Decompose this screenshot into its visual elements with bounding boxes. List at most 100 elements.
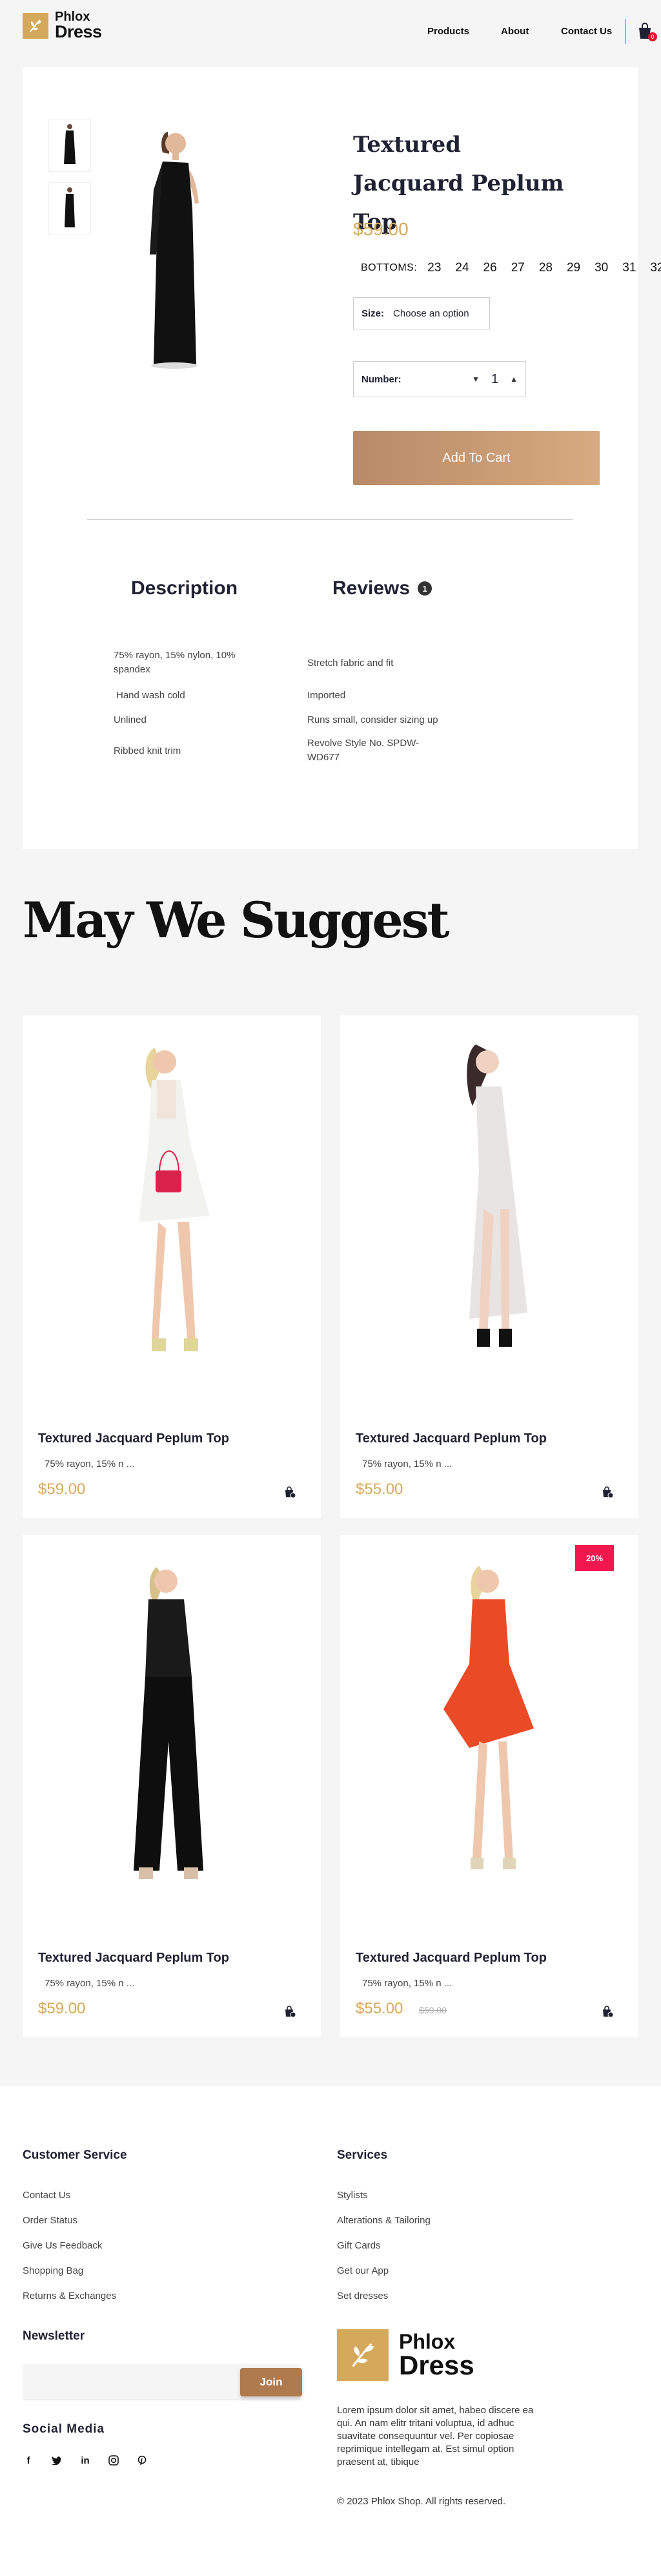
footer-brand-logo[interactable]: Phlox Dress <box>337 2329 474 2381</box>
footer-about-text: Lorem ipsum dolor sit amet, habeo discer… <box>337 2405 534 2467</box>
old-price: $59.00 <box>419 2005 447 2015</box>
footer-link-shopping-bag[interactable]: Shopping Bag <box>23 2265 116 2290</box>
brand-logo[interactable]: Phlox Dress <box>23 10 102 41</box>
increase-quantity-icon[interactable]: ▲ <box>510 375 518 384</box>
copyright-text: © 2023 Phlox Shop. All rights reserved. <box>337 2496 506 2507</box>
product-card-desc: 75% rayon, 15% n ... <box>45 1459 135 1470</box>
product-thumbnail[interactable] <box>48 182 91 235</box>
services-list: Stylists Alterations & Tailoring Gift Ca… <box>337 2190 431 2316</box>
instagram-icon[interactable] <box>108 2455 119 2466</box>
footer-link-feedback[interactable]: Give Us Feedback <box>23 2240 116 2265</box>
product-card-title[interactable]: Textured Jacquard Peplum Top <box>356 1951 547 1966</box>
footer-link-gift-cards[interactable]: Gift Cards <box>337 2240 431 2265</box>
size-option[interactable]: 31 <box>622 261 636 275</box>
footer-brand-line2: Dress <box>399 2350 474 2380</box>
footer-link-app[interactable]: Get our App <box>337 2265 431 2290</box>
nav-about[interactable]: About <box>501 26 529 37</box>
product-card-price: $59.00 <box>38 2000 85 2018</box>
size-option[interactable]: 29 <box>567 261 580 275</box>
product-card-image[interactable] <box>23 1015 321 1403</box>
feature-item: Revolve Style No. SPDW-WD677 <box>307 738 420 763</box>
footer-link-returns[interactable]: Returns & Exchanges <box>23 2290 116 2316</box>
tab-reviews[interactable]: Reviews 1 <box>332 577 432 599</box>
footer-link-alterations[interactable]: Alterations & Tailoring <box>337 2215 431 2240</box>
size-select-value: Choose an option <box>393 307 469 319</box>
pinterest-icon[interactable] <box>136 2455 148 2466</box>
site-footer: Customer Service Contact Us Order Status… <box>0 2086 661 2576</box>
price-value: $59.00 <box>38 1480 86 1498</box>
size-option[interactable]: 30 <box>595 261 608 275</box>
nav-products[interactable]: Products <box>427 26 469 37</box>
facebook-icon[interactable]: f <box>23 2455 34 2466</box>
product-card-title[interactable]: Textured Jacquard Peplum Top <box>38 1431 229 1446</box>
twitter-icon[interactable] <box>51 2455 63 2466</box>
product-card[interactable]: 20% Textured Jacquard Peplum Top 75% ray… <box>340 1535 638 2037</box>
linkedin-icon[interactable]: in <box>79 2455 91 2466</box>
add-to-cart-icon[interactable] <box>283 1486 298 1500</box>
cart-count-badge: 0 <box>648 32 657 41</box>
footer-link-contact-us[interactable]: Contact Us <box>23 2190 116 2215</box>
product-card[interactable]: Textured Jacquard Peplum Top 75% rayon, … <box>340 1015 638 1518</box>
size-option[interactable]: 23 <box>427 261 441 275</box>
product-price: $59.00 <box>353 219 409 239</box>
size-option[interactable]: 28 <box>539 261 553 275</box>
footer-link-stylists[interactable]: Stylists <box>337 2190 431 2215</box>
footer-link-set-dresses[interactable]: Set dresses <box>337 2290 431 2316</box>
price-value: $55.00 <box>356 1480 403 1498</box>
add-to-cart-button[interactable]: Add To Cart <box>353 431 600 485</box>
sizes-label: BOTTOMS: <box>361 262 418 273</box>
brand-name-line2: Dress <box>55 22 102 41</box>
social-links: f in <box>23 2455 165 2466</box>
social-media-heading: Social Media <box>23 2422 105 2436</box>
nav-contact-us[interactable]: Contact Us <box>561 26 612 37</box>
footer-link-order-status[interactable]: Order Status <box>23 2215 116 2240</box>
leaf-icon <box>23 12 48 39</box>
product-thumbnail[interactable] <box>48 119 91 172</box>
feature-item: Imported <box>307 690 346 701</box>
feature-item: Hand wash cold <box>116 690 185 701</box>
newsletter-heading: Newsletter <box>23 2329 85 2343</box>
product-card-title[interactable]: Textured Jacquard Peplum Top <box>356 1431 547 1446</box>
join-button[interactable]: Join <box>240 2368 302 2396</box>
footer-brand-line1: Phlox <box>399 2330 456 2353</box>
product-card-desc: 75% rayon, 15% n ... <box>362 1459 453 1470</box>
size-option[interactable]: 26 <box>483 261 497 275</box>
product-card-price: $59.00 <box>38 1480 85 1499</box>
nav-divider <box>625 19 626 44</box>
product-card[interactable]: Textured Jacquard Peplum Top 75% rayon, … <box>23 1015 321 1518</box>
add-to-cart-icon[interactable] <box>601 1486 615 1500</box>
product-card-image[interactable] <box>340 1015 638 1403</box>
product-detail-card: Textured Jacquard Peplum Top $59.00 BOTT… <box>23 67 661 849</box>
feature-item: 75% rayon, 15% nylon, 10% spandex <box>114 650 236 675</box>
quantity-stepper: Number: ▼ 1 ▲ <box>353 361 526 397</box>
product-card-image[interactable] <box>340 1535 638 1922</box>
leaf-icon <box>337 2329 389 2381</box>
reviews-count-badge: 1 <box>418 581 432 596</box>
feature-item: Runs small, consider sizing up <box>307 714 438 725</box>
product-card-desc: 75% rayon, 15% n ... <box>362 1978 453 1989</box>
add-to-cart-icon[interactable] <box>601 2005 615 2019</box>
quantity-value[interactable]: 1 <box>491 372 498 387</box>
tab-reviews-label: Reviews <box>332 577 411 599</box>
size-option[interactable]: 32 <box>650 261 661 275</box>
size-select-label: Size: <box>361 307 385 319</box>
decrease-quantity-icon[interactable]: ▼ <box>472 375 480 384</box>
discount-badge: 20% <box>575 1545 614 1571</box>
product-card-price: $55.00 <box>356 1480 403 1499</box>
size-option[interactable]: 24 <box>455 261 469 275</box>
customer-service-heading: Customer Service <box>23 2148 127 2162</box>
feature-item: Stretch fabric and fit <box>307 658 394 669</box>
size-select[interactable]: Size: Choose an option <box>353 297 490 329</box>
shopping-bag-icon[interactable]: 0 <box>636 22 657 41</box>
quantity-label: Number: <box>361 373 402 385</box>
feature-item: Unlined <box>114 714 147 725</box>
product-card[interactable]: Textured Jacquard Peplum Top 75% rayon, … <box>23 1535 321 2037</box>
product-card-desc: 75% rayon, 15% n ... <box>45 1978 135 1989</box>
size-list: BOTTOMS: 23 24 26 27 28 29 30 31 32 <box>361 261 661 275</box>
section-divider <box>87 519 573 520</box>
size-option[interactable]: 27 <box>511 261 525 275</box>
product-card-image[interactable] <box>23 1535 321 1922</box>
tab-description[interactable]: Description <box>131 577 238 599</box>
product-card-title[interactable]: Textured Jacquard Peplum Top <box>38 1951 229 1966</box>
add-to-cart-icon[interactable] <box>283 2005 298 2019</box>
